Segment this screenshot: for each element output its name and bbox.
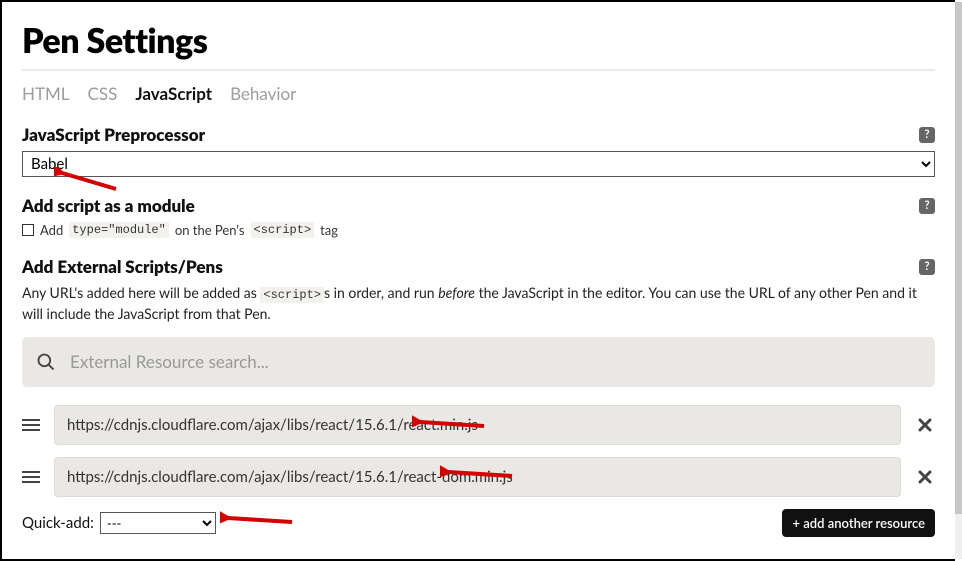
- tab-javascript[interactable]: JavaScript: [135, 83, 212, 104]
- quick-add: Quick-add: ---: [22, 512, 216, 534]
- external-label: Add External Scripts/Pens: [22, 256, 223, 277]
- external-search-input[interactable]: [70, 351, 921, 372]
- module-code-1: type="module": [69, 222, 169, 238]
- scrollbar-thumb[interactable]: [955, 2, 962, 514]
- add-resource-button[interactable]: + add another resource: [782, 509, 935, 537]
- help-icon[interactable]: ?: [919, 198, 935, 214]
- help-icon[interactable]: ?: [919, 259, 935, 275]
- quick-add-label: Quick-add:: [22, 514, 94, 532]
- module-checkbox[interactable]: [22, 224, 34, 236]
- quick-add-select[interactable]: ---: [100, 512, 216, 534]
- help-icon[interactable]: ?: [919, 127, 935, 143]
- module-code-2: <script>: [251, 222, 315, 238]
- remove-resource-button[interactable]: [915, 416, 935, 434]
- page-title: Pen Settings: [22, 20, 935, 61]
- resource-url-input[interactable]: [54, 405, 901, 445]
- external-description: Any URL's added here will be added as <s…: [22, 283, 935, 325]
- module-text-b: on the Pen's: [175, 222, 245, 238]
- close-icon: [918, 470, 932, 484]
- external-search-box[interactable]: [22, 337, 935, 387]
- drag-handle-icon[interactable]: [22, 469, 40, 485]
- tab-css[interactable]: CSS: [88, 83, 118, 104]
- preprocessor-label: JavaScript Preprocessor: [22, 124, 205, 145]
- module-label: Add script as a module: [22, 195, 195, 216]
- tab-behavior[interactable]: Behavior: [230, 83, 296, 104]
- settings-panel: Pen Settings HTML CSS JavaScript Behavio…: [0, 0, 955, 561]
- resource-row: [22, 405, 935, 445]
- divider: [22, 69, 935, 71]
- resource-url-input[interactable]: [54, 457, 901, 497]
- tabs: HTML CSS JavaScript Behavior: [22, 83, 935, 104]
- preprocessor-select[interactable]: Babel: [22, 151, 935, 177]
- scrollbar-track: [955, 2, 962, 559]
- close-icon: [918, 418, 932, 432]
- module-text-c: tag: [320, 222, 338, 238]
- resource-row: [22, 457, 935, 497]
- module-checkbox-row[interactable]: Add type="module" on the Pen's <script> …: [22, 222, 935, 238]
- drag-handle-icon[interactable]: [22, 417, 40, 433]
- remove-resource-button[interactable]: [915, 468, 935, 486]
- module-text-a: Add: [40, 222, 63, 238]
- tab-html[interactable]: HTML: [22, 83, 70, 104]
- search-icon: [36, 352, 56, 372]
